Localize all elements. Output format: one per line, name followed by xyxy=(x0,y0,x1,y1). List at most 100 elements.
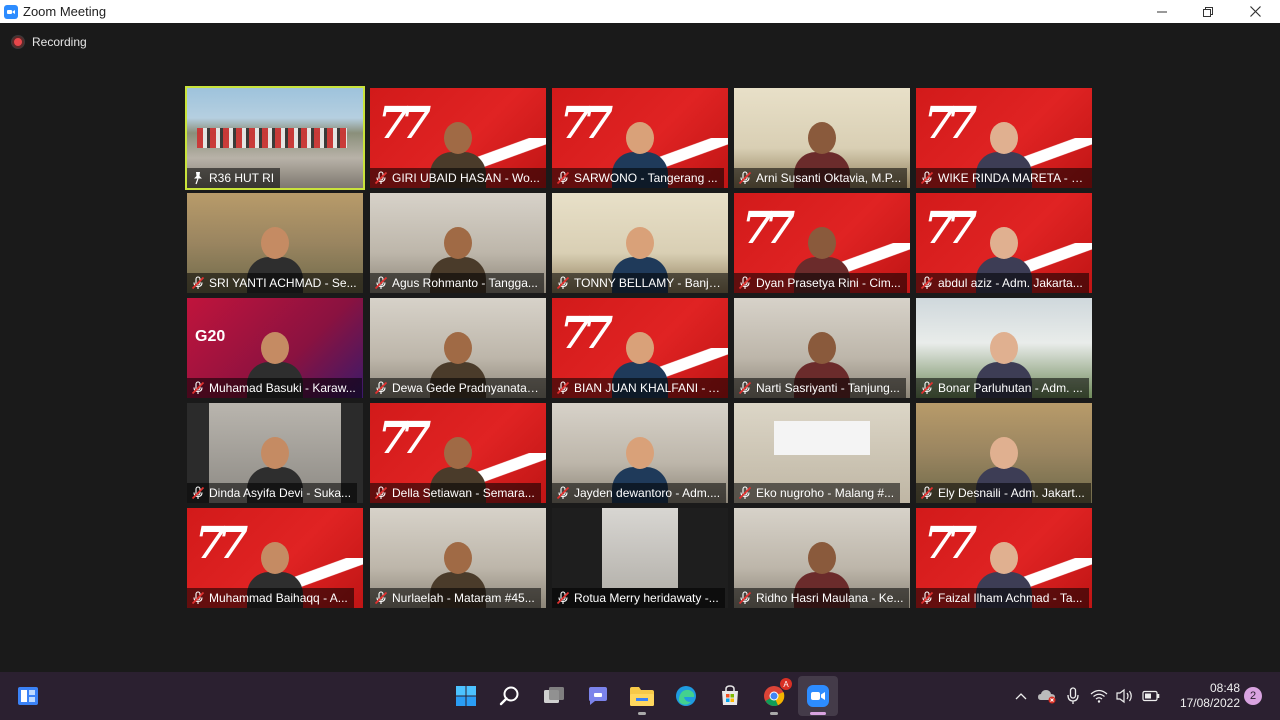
running-indicator xyxy=(638,712,646,715)
muted-microphone-icon xyxy=(191,276,205,290)
participant-tile[interactable]: 77 Muhammad Baihaqq - A... xyxy=(187,508,363,608)
muted-microphone-icon xyxy=(191,381,205,395)
participant-tile[interactable]: R36 HUT RI xyxy=(185,86,365,190)
muted-microphone-icon xyxy=(738,591,752,605)
muted-microphone-icon xyxy=(920,171,934,185)
participant-name-bar: Della Setiawan - Semara... xyxy=(370,483,541,503)
participant-name: SARWONO - Tangerang ... xyxy=(574,171,718,185)
participant-name-bar: Muhammad Baihaqq - A... xyxy=(187,588,354,608)
participant-name-bar: Ridho Hasri Maulana - Ke... xyxy=(734,588,910,608)
microsoft-store-button[interactable] xyxy=(710,676,750,716)
chrome-button[interactable]: A xyxy=(754,676,794,716)
participant-tile[interactable]: Jayden dewantoro - Adm.... xyxy=(552,403,728,503)
participant-tile[interactable]: Nurlaelah - Mataram #45... xyxy=(370,508,546,608)
running-indicator xyxy=(770,712,778,715)
recording-indicator[interactable]: Recording xyxy=(12,35,87,49)
participant-name: Ely Desnaili - Adm. Jakart... xyxy=(938,486,1085,500)
participant-tile[interactable]: 77 WIKE RINDA MARETA - M... xyxy=(916,88,1092,188)
start-button[interactable] xyxy=(446,676,486,716)
volume-button[interactable] xyxy=(1114,685,1136,707)
participant-name: Eko nugroho - Malang #... xyxy=(756,486,895,500)
clock[interactable]: 08:48 17/08/2022 xyxy=(1170,681,1240,711)
clock-time: 08:48 xyxy=(1209,681,1240,695)
recording-dot-icon xyxy=(12,36,24,48)
participant-tile[interactable]: Ely Desnaili - Adm. Jakart... xyxy=(916,403,1092,503)
chrome-profile-badge: A xyxy=(780,678,792,690)
muted-microphone-icon xyxy=(920,381,934,395)
participant-name-bar: Bonar Parluhutan - Adm. ... xyxy=(916,378,1089,398)
minimize-icon xyxy=(1157,11,1167,12)
participant-tile[interactable]: 77 SARWONO - Tangerang ... xyxy=(552,88,728,188)
muted-microphone-icon xyxy=(556,381,570,395)
muted-microphone-icon xyxy=(556,591,570,605)
battery-button[interactable] xyxy=(1140,685,1162,707)
participant-name: GIRI UBAID HASAN - Wo... xyxy=(392,171,540,185)
taskbar: A 08:48 17/08/2022 2 xyxy=(0,672,1280,720)
recording-label: Recording xyxy=(32,35,87,49)
participant-tile[interactable]: Bonar Parluhutan - Adm. ... xyxy=(916,298,1092,398)
participant-tile[interactable]: Dewa Gede Pradnyanata ... xyxy=(370,298,546,398)
participant-name-bar: Nurlaelah - Mataram #45... xyxy=(370,588,541,608)
system-tray xyxy=(1010,672,1166,720)
notification-badge[interactable]: 2 xyxy=(1244,687,1262,705)
muted-microphone-icon xyxy=(374,171,388,185)
teams-chat-button[interactable] xyxy=(578,676,618,716)
participant-name: R36 HUT RI xyxy=(209,171,275,185)
participant-tile[interactable]: 77 Dyan Prasetya Rini - Cim... xyxy=(734,193,910,293)
speaker-icon xyxy=(1116,688,1132,704)
microphone-icon xyxy=(1067,687,1079,704)
participant-tile[interactable]: Arni Susanti Oktavia, M.P... xyxy=(734,88,910,188)
muted-microphone-icon xyxy=(738,486,752,500)
participant-name: Agus Rohmanto - Tangga... xyxy=(392,276,538,290)
participant-tile[interactable]: G20 Muhamad Basuki - Karaw... xyxy=(187,298,363,398)
participant-tile[interactable]: Ridho Hasri Maulana - Ke... xyxy=(734,508,910,608)
participant-tile[interactable]: Eko nugroho - Malang #... xyxy=(734,403,910,503)
file-explorer-button[interactable] xyxy=(622,676,662,716)
onedrive-icon xyxy=(1038,690,1056,704)
participant-name-bar: TONNY BELLAMY - Banja... xyxy=(552,273,728,293)
file-explorer-icon xyxy=(630,687,654,706)
search-button[interactable] xyxy=(490,676,530,716)
participant-name-bar: WIKE RINDA MARETA - M... xyxy=(916,168,1092,188)
close-button[interactable] xyxy=(1232,0,1278,23)
participant-tile[interactable]: 77 GIRI UBAID HASAN - Wo... xyxy=(370,88,546,188)
participant-name: Della Setiawan - Semara... xyxy=(392,486,535,500)
widgets-button[interactable] xyxy=(16,684,40,708)
zoom-button[interactable] xyxy=(798,676,838,716)
muted-microphone-icon xyxy=(556,171,570,185)
participant-name-bar: R36 HUT RI xyxy=(187,168,281,188)
participant-tile[interactable]: 77 Della Setiawan - Semara... xyxy=(370,403,546,503)
participant-tile[interactable]: SRI YANTI ACHMAD - Se... xyxy=(187,193,363,293)
task-view-button[interactable] xyxy=(534,676,574,716)
pin-icon xyxy=(194,172,202,185)
participant-name: BIAN JUAN KHALFANI - A... xyxy=(574,381,722,395)
participant-tile[interactable]: TONNY BELLAMY - Banja... xyxy=(552,193,728,293)
wifi-button[interactable] xyxy=(1088,685,1110,707)
participant-tile[interactable]: Dinda Asyifa Devi - Suka... xyxy=(187,403,363,503)
participant-tile[interactable]: 77 Faizal Ilham Achmad - Ta... xyxy=(916,508,1092,608)
participant-name: Faizal Ilham Achmad - Ta... xyxy=(938,591,1083,605)
participant-name: Muhammad Baihaqq - A... xyxy=(209,591,348,605)
participant-tile[interactable]: Rotua Merry heridawaty -... xyxy=(552,508,728,608)
muted-microphone-icon xyxy=(374,381,388,395)
muted-microphone-icon xyxy=(738,276,752,290)
meeting-stage: Recording R36 HUT RI 77 GIRI UBAID HASAN -… xyxy=(0,23,1280,672)
participant-tile[interactable]: Narti Sasriyanti - Tanjung... xyxy=(734,298,910,398)
minimize-button[interactable] xyxy=(1139,0,1185,23)
zoom-icon xyxy=(807,685,829,707)
participant-tile[interactable]: Agus Rohmanto - Tangga... xyxy=(370,193,546,293)
wifi-icon xyxy=(1090,689,1108,703)
participant-name-bar: abdul aziz - Adm. Jakarta... xyxy=(916,273,1089,293)
edge-browser-button[interactable] xyxy=(666,676,706,716)
participant-tile[interactable]: 77 BIAN JUAN KHALFANI - A... xyxy=(552,298,728,398)
onedrive-button[interactable] xyxy=(1036,685,1058,707)
gallery-grid: R36 HUT RI 77 GIRI UBAID HASAN - Wo... 77 SA… xyxy=(185,86,1093,608)
participant-name: Rotua Merry heridawaty -... xyxy=(574,591,719,605)
microphone-button[interactable] xyxy=(1062,685,1084,707)
participant-name: TONNY BELLAMY - Banja... xyxy=(574,276,722,290)
restore-button[interactable] xyxy=(1185,0,1231,23)
participant-tile[interactable]: 77 abdul aziz - Adm. Jakarta... xyxy=(916,193,1092,293)
show-hidden-icons-button[interactable] xyxy=(1010,685,1032,707)
participant-name: Muhamad Basuki - Karaw... xyxy=(209,381,356,395)
participant-name-bar: Narti Sasriyanti - Tanjung... xyxy=(734,378,906,398)
